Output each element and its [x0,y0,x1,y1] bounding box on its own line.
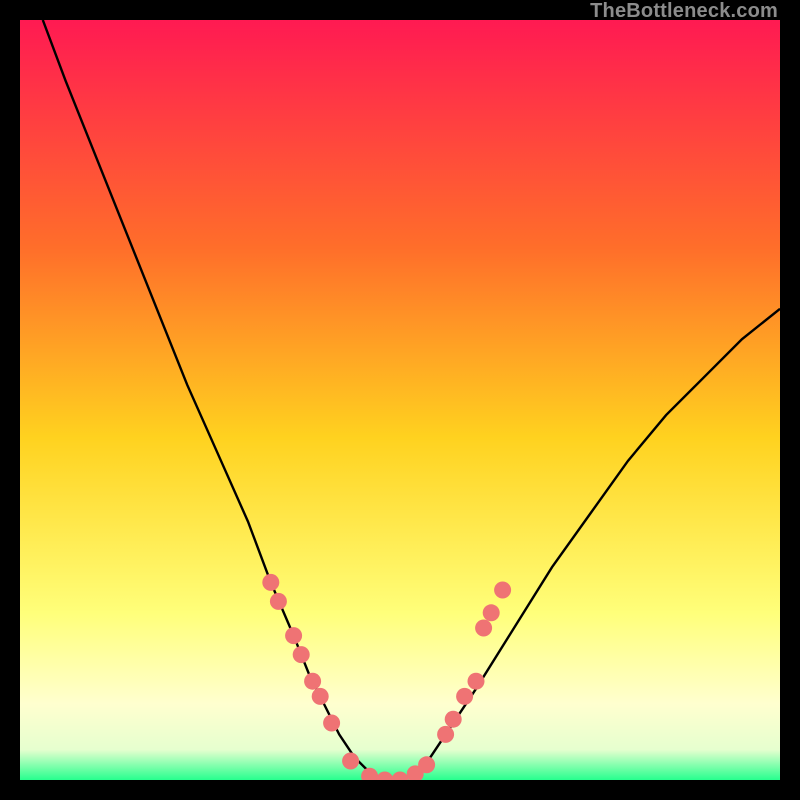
data-marker [494,582,511,599]
bottleneck-chart [20,20,780,780]
data-marker [342,753,359,770]
data-marker [270,593,287,610]
data-marker [418,756,435,773]
data-marker [293,646,310,663]
data-marker [262,574,279,591]
data-marker [445,711,462,728]
data-marker [475,620,492,637]
data-marker [483,604,500,621]
data-marker [304,673,321,690]
data-marker [468,673,485,690]
data-marker [285,627,302,644]
watermark-text: TheBottleneck.com [590,0,778,23]
data-marker [437,726,454,743]
data-marker [323,715,340,732]
gradient-background [20,20,780,780]
data-marker [456,688,473,705]
data-marker [312,688,329,705]
chart-frame [20,20,780,780]
